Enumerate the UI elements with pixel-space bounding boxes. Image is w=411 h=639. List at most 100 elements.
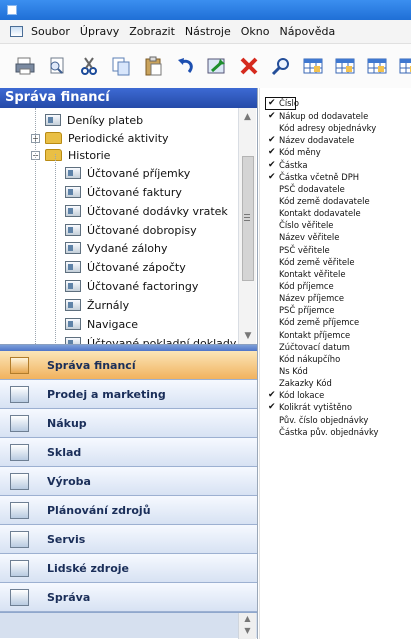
tree-guide-line (55, 154, 56, 344)
menu-item-upravy[interactable]: Úpravy (75, 23, 124, 41)
footer-scroll-arrows[interactable]: ▲ ▼ (238, 613, 256, 639)
paste-icon[interactable] (142, 55, 164, 78)
column-option-label: Kód adresy objednávky (279, 123, 377, 134)
menu-item-soubor[interactable]: Soubor (26, 23, 75, 41)
column-option-castka-vcetne-dph[interactable]: ✔ Částka včetně DPH (260, 171, 411, 183)
tree-item-uctovane-factoringy[interactable]: Účtované factoringy (65, 276, 198, 296)
tree-item-label: Účtované factoringy (87, 279, 199, 293)
table-icon (65, 242, 81, 254)
nav-button-label: Výroba (47, 474, 91, 488)
nav-button-label: Prodej a marketing (47, 387, 166, 401)
tree-item-uctovane-faktury[interactable]: Účtované faktury (65, 182, 182, 202)
column-option-nazev-prijemce[interactable]: Název příjemce (260, 292, 411, 304)
column-option-castka-puv-objednavky[interactable]: Částka pův. objednávky (260, 426, 411, 438)
column-option-nazev-dodavatele[interactable]: ✔ Název dodavatele (260, 134, 411, 146)
tree-item-label: Účtované faktury (87, 185, 182, 199)
table-icon (65, 186, 81, 198)
column-option-kontakt-veritele[interactable]: Kontakt věřitele (260, 268, 411, 280)
nav-button-nakup[interactable]: Nákup (0, 409, 257, 438)
nav-button-sklad[interactable]: Sklad (0, 438, 257, 467)
navigation-pane-title: Správa financí (0, 88, 257, 108)
table-view-icon-1[interactable] (302, 55, 324, 78)
print-icon[interactable] (14, 55, 36, 78)
column-option-ns-kod[interactable]: Ns Kód (260, 365, 411, 377)
menu-document-icon[interactable] (10, 26, 23, 37)
menu-item-napoveda[interactable]: Nápověda (275, 23, 341, 41)
scroll-down-icon[interactable]: ▼ (239, 327, 257, 344)
column-option-cislo[interactable]: ✔ Číslo (265, 97, 299, 110)
table-view-icon-3[interactable] (366, 55, 388, 78)
menu-item-nastroje[interactable]: Nástroje (180, 23, 236, 41)
tree-item-navigace[interactable]: Navigace (65, 314, 138, 334)
tree-scrollbar[interactable]: ▲ ▼ (238, 108, 257, 344)
tree-item-label: Účtované příjemky (87, 166, 191, 180)
refresh-icon[interactable] (206, 55, 228, 78)
tree-item-uctovane-dobropisy[interactable]: Účtované dobropisy (65, 220, 197, 240)
find-icon[interactable] (270, 55, 292, 78)
column-option-label: Kód lokace (279, 390, 325, 401)
scroll-thumb[interactable] (242, 156, 254, 281)
tree-item-deniky-plateb[interactable]: Deníky plateb (45, 110, 143, 130)
column-option-kontakt-prijemce[interactable]: Kontakt příjemce (260, 329, 411, 341)
column-option-kod-adresy-objednavky[interactable]: Kód adresy objednávky (260, 122, 411, 134)
table-icon (65, 205, 81, 217)
column-option-label: Název příjemce (279, 293, 345, 304)
tree-item-uctovane-pokladni-doklady[interactable]: Účtované pokladní doklady (65, 333, 236, 344)
nav-button-planovani-zdroju[interactable]: Plánování zdrojů (0, 496, 257, 525)
nav-button-servis[interactable]: Servis (0, 525, 257, 554)
scroll-up-icon[interactable]: ▲ (239, 108, 256, 126)
menu-item-okno[interactable]: Okno (236, 23, 275, 41)
column-option-kod-zeme-dodavatele[interactable]: Kód země dodavatele (260, 195, 411, 207)
column-option-kod-nakupciho[interactable]: Kód nákupčího (260, 353, 411, 365)
column-option-kod-zeme-prijemce[interactable]: Kód země příjemce (260, 316, 411, 328)
tree-item-vydane-zalohy[interactable]: Vydané zálohy (65, 238, 167, 258)
column-option-psc-veritele[interactable]: PSČ věřitele (260, 244, 411, 256)
table-icon (45, 114, 61, 126)
column-option-kod-zeme-veritele[interactable]: Kód země věřitele (260, 256, 411, 268)
tree-item-uctovane-dodavky-vratek[interactable]: Účtované dodávky vratek (65, 201, 228, 221)
cut-icon[interactable] (78, 55, 100, 78)
print-preview-icon[interactable] (46, 55, 68, 78)
column-option-kod-meny[interactable]: ✔ Kód měny (260, 146, 411, 158)
column-option-psc-dodavatele[interactable]: PSČ dodavatele (260, 183, 411, 195)
tree-item-uctovane-prijemky[interactable]: Účtované příjemky (65, 163, 190, 183)
column-option-label: Kód země věřitele (279, 256, 355, 267)
navigation-pane: Správa financí Deníky plateb Periodické a… (0, 88, 258, 639)
table-view-icon-4[interactable] (398, 55, 411, 78)
undo-icon[interactable] (174, 55, 196, 78)
column-option-zuctovaci-datum[interactable]: Zúčtovací datum (260, 341, 411, 353)
column-option-kolikrat-vytisteno[interactable]: ✔ Kolikrát vytištěno (260, 401, 411, 413)
column-option-zakazky-kod[interactable]: Zakazky Kód (260, 377, 411, 389)
column-option-label: Název věřitele (279, 232, 340, 243)
menu-item-zobrazit[interactable]: Zobrazit (124, 23, 180, 41)
tree-item-label: Historie (68, 148, 111, 162)
column-option-nakup-od-dodavatele[interactable]: ✔ Nákup od dodavatele (260, 110, 411, 122)
checkmark-icon: ✔ (268, 135, 276, 146)
tree-guide-line (35, 108, 36, 344)
nav-button-prodej-a-marketing[interactable]: Prodej a marketing (0, 380, 257, 409)
column-option-kontakt-dodavatele[interactable]: Kontakt dodavatele (260, 207, 411, 219)
table-view-icon-2[interactable] (334, 55, 356, 78)
column-option-puv-cislo-objednavky[interactable]: Pův. číslo objednávky (260, 414, 411, 426)
nav-button-lidske-zdroje[interactable]: Lidské zdroje (0, 554, 257, 583)
column-option-kod-lokace[interactable]: ✔ Kód lokace (260, 389, 411, 401)
nav-button-label: Lidské zdroje (47, 561, 130, 575)
column-option-kod-prijemce[interactable]: Kód příjemce (260, 280, 411, 292)
column-option-castka[interactable]: ✔ Částka (260, 159, 411, 171)
prodej-a-marketing-icon (10, 385, 29, 403)
checkmark-icon: ✔ (268, 111, 276, 121)
delete-icon[interactable] (238, 55, 260, 78)
nav-button-sprava[interactable]: Správa (0, 583, 257, 612)
nav-button-label: Servis (47, 532, 86, 546)
copy-icon[interactable] (110, 55, 132, 78)
sklad-icon (10, 443, 29, 461)
column-option-label: Ns Kód (279, 365, 308, 376)
column-option-nazev-veritele[interactable]: Název věřitele (260, 231, 411, 243)
nav-button-vyroba[interactable]: Výroba (0, 467, 257, 496)
nav-button-sprava-financi[interactable]: Správa financí (0, 351, 257, 380)
tree-item-uctovane-zapocty[interactable]: Účtované zápočty (65, 257, 186, 277)
folder-icon (45, 149, 62, 161)
tree-item-zurnaly[interactable]: Žurnály (65, 295, 129, 315)
column-option-cislo-veritele[interactable]: Číslo věřitele (260, 219, 411, 231)
column-option-psc-prijemce[interactable]: PSČ příjemce (260, 304, 411, 316)
